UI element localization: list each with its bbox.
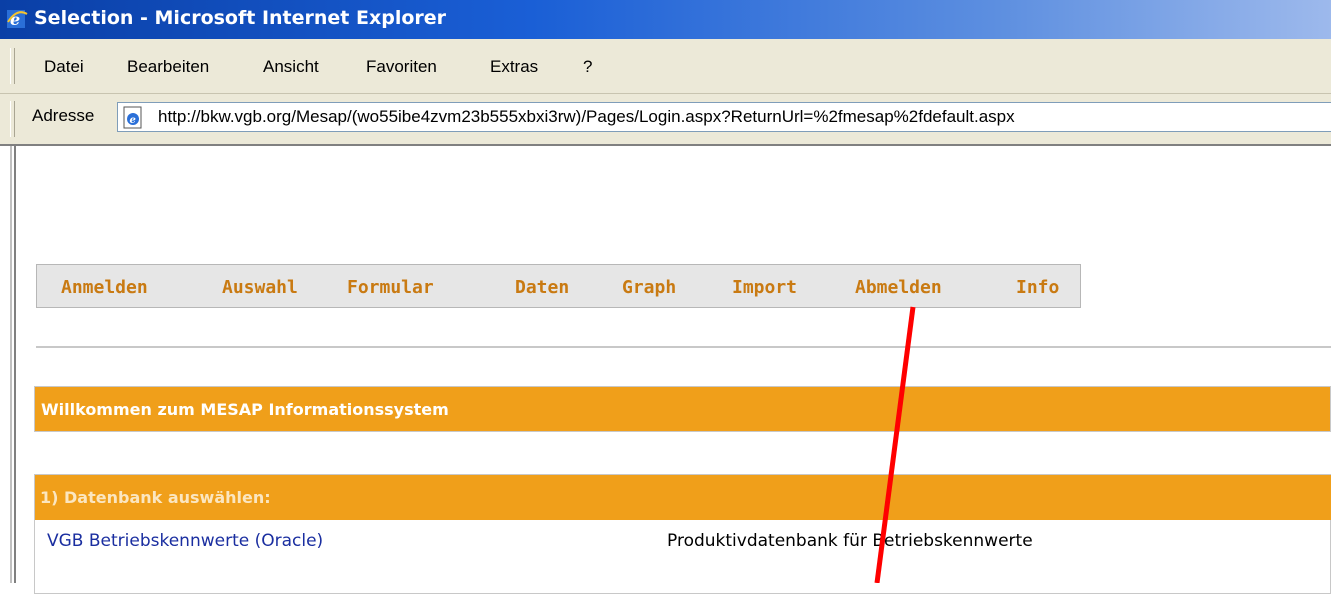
database-header-text: 1) Datenbank auswählen: [40,488,271,507]
database-link[interactable]: VGB Betriebskennwerte (Oracle) [47,531,323,551]
database-header: 1) Datenbank auswählen: [35,475,1331,520]
nav-link-import[interactable]: Import [732,277,797,298]
menu-bar: Datei Bearbeiten Ansicht Favoriten Extra… [0,39,1331,94]
address-label: Adresse [32,106,95,125]
svg-text:e: e [130,115,136,126]
welcome-text: Willkommen zum MESAP Informationssystem [41,400,449,419]
nav-link-auswahl[interactable]: Auswahl [222,277,298,298]
nav-link-formular[interactable]: Formular [347,277,434,298]
ie-icon: e [7,10,28,29]
address-input[interactable]: e http://bkw.vgb.org/Mesap/(wo55ibe4zvm2… [117,102,1331,132]
page-icon: e [123,106,142,129]
menu-item-bearbeiten[interactable]: Bearbeiten [127,57,209,77]
window-title-bar[interactable]: e Selection - Microsoft Internet Explore… [0,0,1331,39]
welcome-banner: Willkommen zum MESAP Informationssystem [34,386,1331,432]
nav-bar: Anmelden Auswahl Formular Daten Graph Im… [36,264,1081,308]
menu-item-datei[interactable]: Datei [44,57,84,77]
divider [36,346,1331,348]
address-bar: Adresse e http://bkw.vgb.org/Mesap/(wo55… [0,94,1331,146]
nav-link-graph[interactable]: Graph [622,277,676,298]
frame-border [0,146,16,583]
address-url: http://bkw.vgb.org/Mesap/(wo55ibe4zvm23b… [158,107,1015,126]
page-content: Anmelden Auswahl Formular Daten Graph Im… [0,146,1331,594]
menu-item-extras[interactable]: Extras [490,57,538,77]
database-description: Produktivdatenbank für Betriebskennwerte [667,531,1033,551]
database-panel: 1) Datenbank auswählen: VGB Betriebskenn… [34,474,1331,594]
toolbar-grip[interactable] [10,48,15,84]
window-title: Selection - Microsoft Internet Explorer [34,7,447,29]
nav-link-daten[interactable]: Daten [515,277,569,298]
nav-link-abmelden[interactable]: Abmelden [855,277,942,298]
table-row: VGB Betriebskennwerte (Oracle) Produktiv… [35,521,1331,561]
nav-link-anmelden[interactable]: Anmelden [61,277,148,298]
nav-link-info[interactable]: Info [1016,277,1059,298]
toolbar-grip[interactable] [10,101,15,137]
menu-item-favoriten[interactable]: Favoriten [366,57,437,77]
menu-item-ansicht[interactable]: Ansicht [263,57,319,77]
menu-item-help[interactable]: ? [583,57,592,77]
